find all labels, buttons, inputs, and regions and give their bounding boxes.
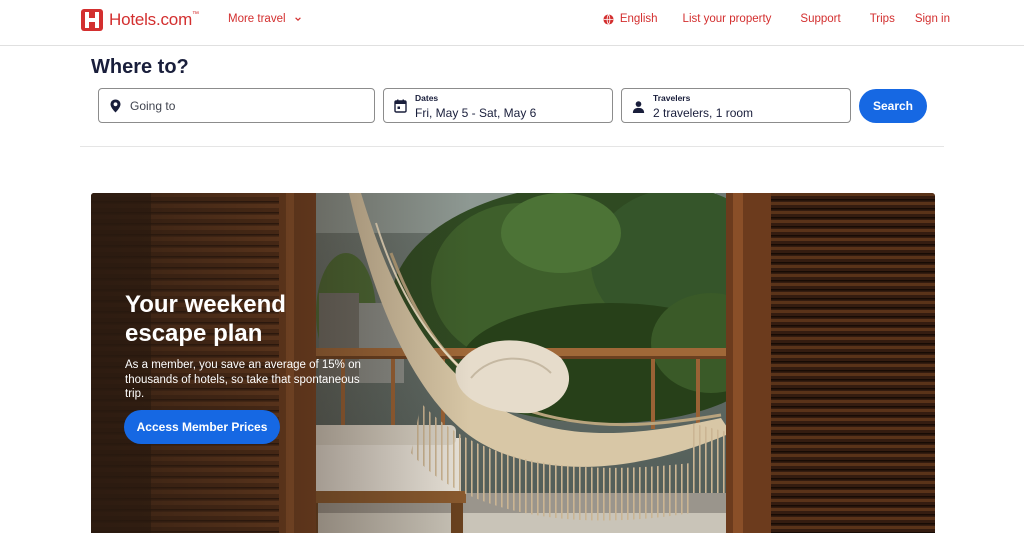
nav-links: English List your property Support Trips… (603, 13, 950, 25)
destination-field[interactable]: Going to (98, 88, 375, 123)
more-travel-menu[interactable]: More travel (228, 13, 302, 25)
dates-field[interactable]: Dates Fri, May 5 - Sat, May 6 (383, 88, 613, 123)
section-divider (80, 146, 944, 147)
language-label: English (619, 13, 658, 25)
access-member-prices-button[interactable]: Access Member Prices (124, 410, 280, 444)
person-icon (632, 101, 645, 113)
language-selector[interactable]: English (603, 13, 658, 25)
travelers-field[interactable]: Travelers 2 travelers, 1 room (621, 88, 851, 123)
chevron-down-icon (294, 17, 301, 22)
support-link[interactable]: Support (800, 13, 840, 25)
location-pin-icon (110, 99, 121, 113)
search-button[interactable]: Search (859, 89, 927, 123)
dates-label: Dates (415, 93, 439, 103)
dates-value: Fri, May 5 - Sat, May 6 (415, 106, 537, 120)
globe-icon (603, 13, 614, 25)
travelers-label: Travelers (653, 93, 691, 103)
page-title: Where to? (91, 56, 189, 78)
hotels-logo[interactable]: Hotels.com™ (81, 8, 199, 32)
calendar-icon (394, 99, 407, 113)
sign-in-link[interactable]: Sign in (915, 13, 950, 25)
promo-subtitle: As a member, you save an average of 15% … (125, 359, 361, 400)
member-promo-banner: Your weekend escape plan As a member, yo… (91, 193, 935, 533)
list-property-link[interactable]: List your property (683, 13, 772, 25)
hotels-logo-icon (81, 9, 103, 31)
destination-placeholder: Going to (130, 99, 176, 113)
travelers-value: 2 travelers, 1 room (653, 106, 754, 120)
promo-title: Your weekend escape plan (125, 291, 286, 347)
logo-text: Hotels.com™ (109, 10, 199, 29)
top-nav: Hotels.com™ More travel English List you… (0, 0, 1024, 46)
more-travel-label: More travel (228, 13, 286, 25)
trips-link[interactable]: Trips (870, 13, 895, 25)
